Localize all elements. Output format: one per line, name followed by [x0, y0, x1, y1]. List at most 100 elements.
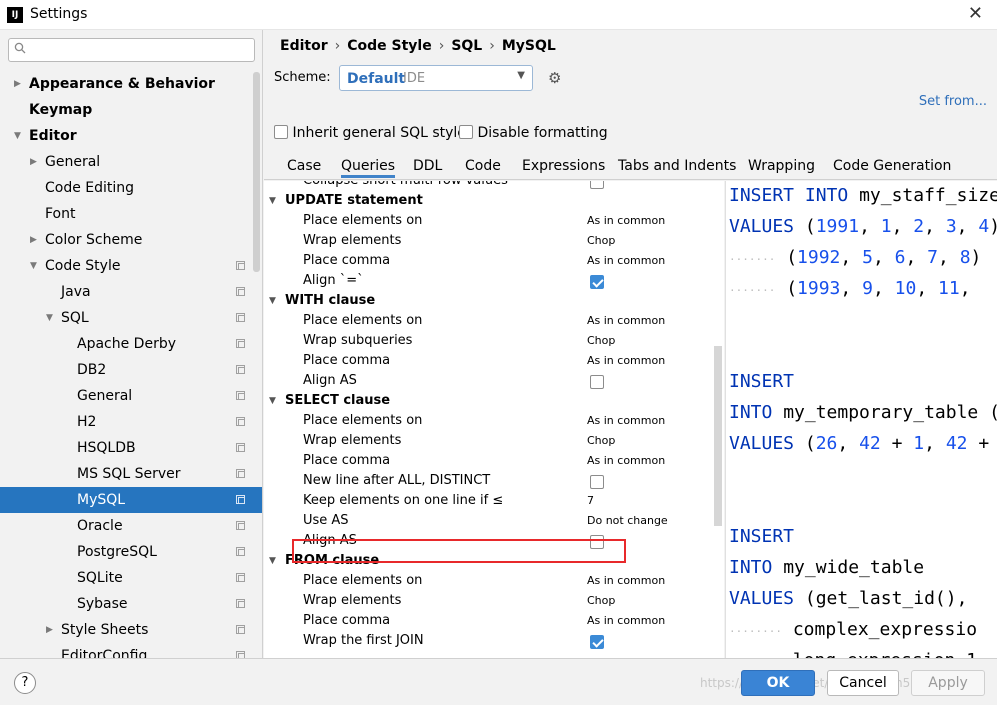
option-checkbox[interactable] — [590, 475, 604, 489]
tab-code-generation[interactable]: Code Generation — [833, 158, 951, 174]
option-checkbox[interactable] — [590, 635, 604, 649]
sidebar-item[interactable]: Apache Derby — [0, 331, 262, 357]
option-value-dropdown[interactable]: As in common — [587, 611, 665, 631]
option-row: Wrap the first JOIN — [264, 631, 716, 651]
option-value-dropdown[interactable]: As in common — [587, 311, 665, 331]
collapsed-arrow-icon[interactable]: ▶ — [30, 149, 37, 175]
expanded-arrow-icon[interactable]: ▼ — [14, 123, 21, 149]
sidebar-item[interactable]: H2 — [0, 409, 262, 435]
option-label: Use AS — [303, 513, 349, 528]
breadcrumb-item: MySQL — [501, 38, 556, 54]
expanded-arrow-icon[interactable]: ▼ — [269, 551, 276, 571]
sidebar-scrollbar[interactable] — [253, 72, 260, 272]
option-checkbox[interactable] — [590, 375, 604, 389]
sidebar-item[interactable]: MySQL — [0, 487, 262, 513]
cancel-button[interactable]: Cancel — [827, 670, 899, 696]
tab-wrapping[interactable]: Wrapping — [748, 158, 815, 174]
option-value-dropdown[interactable]: As in common — [587, 571, 665, 591]
option-label: Place comma — [303, 253, 391, 268]
sidebar-item[interactable]: Sybase — [0, 591, 262, 617]
option-value-dropdown[interactable]: 7 — [587, 491, 594, 511]
sql-number: 1 — [880, 216, 892, 237]
sidebar-item[interactable]: ▶ Color Scheme — [0, 227, 262, 253]
option-label: SELECT clause — [285, 393, 391, 408]
sidebar-item[interactable]: ▼ Editor — [0, 123, 262, 149]
sidebar-item[interactable]: ▼ SQL — [0, 305, 262, 331]
sidebar-item[interactable]: MS SQL Server — [0, 461, 262, 487]
sidebar-item[interactable]: General — [0, 383, 262, 409]
tab-queries[interactable]: Queries — [341, 158, 396, 178]
options-group-header[interactable]: ▼ UPDATE statement — [264, 191, 716, 211]
sidebar-item[interactable]: Keymap — [0, 97, 262, 123]
tab-case[interactable]: Case — [287, 158, 321, 174]
checkbox[interactable] — [459, 125, 473, 139]
option-value-dropdown[interactable]: Chop — [587, 231, 615, 251]
option-value-dropdown[interactable]: As in common — [587, 211, 665, 231]
expanded-arrow-icon[interactable]: ▼ — [269, 291, 276, 311]
copy-scheme-icon — [236, 521, 245, 530]
checkbox[interactable] — [274, 125, 288, 139]
sidebar-item[interactable]: ▼ Code Style — [0, 253, 262, 279]
option-checkbox[interactable] — [590, 275, 604, 289]
breadcrumb-item[interactable]: SQL — [451, 38, 482, 54]
sidebar-item[interactable]: ▶ Appearance & Behavior — [0, 71, 262, 97]
breadcrumb-item[interactable]: Code Style — [347, 38, 431, 54]
option-value-dropdown[interactable]: As in common — [587, 411, 665, 431]
option-label: Place elements on — [303, 573, 423, 588]
option-label: Wrap subqueries — [303, 333, 413, 348]
sidebar-item[interactable]: ▶ Style Sheets — [0, 617, 262, 643]
tab-expressions[interactable]: Expressions — [522, 158, 605, 174]
sql-number: 8 — [959, 247, 971, 268]
sidebar-item[interactable]: Oracle — [0, 513, 262, 539]
option-value-dropdown[interactable]: As in common — [587, 251, 665, 271]
code-line: INSERT INTO my_staff_size — [729, 185, 997, 206]
expanded-arrow-icon[interactable]: ▼ — [46, 305, 53, 331]
sidebar-item[interactable]: ▶ General — [0, 149, 262, 175]
option-value-dropdown[interactable]: As in common — [587, 451, 665, 471]
option-value-dropdown[interactable]: Do not change — [587, 511, 668, 531]
sidebar-item[interactable]: SQLite — [0, 565, 262, 591]
scheme-dropdown[interactable]: Default IDE ▼ — [339, 65, 533, 91]
option-value-dropdown[interactable]: Chop — [587, 431, 615, 451]
sql-number: 5 — [862, 247, 873, 268]
copy-scheme-icon — [236, 495, 245, 504]
expanded-arrow-icon[interactable]: ▼ — [30, 253, 37, 279]
expanded-arrow-icon[interactable]: ▼ — [269, 391, 276, 411]
disable-label: Disable formatting — [477, 125, 608, 141]
inherit-general-sql-style-checkbox[interactable]: Inherit general SQL style — [274, 125, 466, 141]
collapsed-arrow-icon[interactable]: ▶ — [46, 617, 53, 643]
collapsed-arrow-icon[interactable]: ▶ — [30, 227, 37, 253]
disable-formatting-checkbox[interactable]: Disable formatting — [459, 125, 608, 141]
sidebar-item[interactable]: Code Editing — [0, 175, 262, 201]
set-from-link[interactable]: Set from... — [919, 94, 987, 109]
sidebar-item[interactable]: HSQLDB — [0, 435, 262, 461]
option-label: Place elements on — [303, 213, 423, 228]
expanded-arrow-icon[interactable]: ▼ — [269, 191, 276, 211]
sidebar-item[interactable]: Java — [0, 279, 262, 305]
sidebar-item[interactable]: Font — [0, 201, 262, 227]
sidebar-item[interactable]: PostgreSQL — [0, 539, 262, 565]
apply-button[interactable]: Apply — [911, 670, 985, 696]
help-button[interactable]: ? — [14, 672, 36, 694]
option-checkbox[interactable] — [590, 181, 604, 189]
options-group-header[interactable]: ▼ WITH clause — [264, 291, 716, 311]
sidebar-item[interactable]: DB2 — [0, 357, 262, 383]
option-value-dropdown[interactable]: Chop — [587, 331, 615, 351]
option-row: Wrap elements Chop — [264, 431, 716, 451]
tab-ddl[interactable]: DDL — [413, 158, 442, 174]
tab-code[interactable]: Code — [465, 158, 501, 174]
close-icon[interactable]: ✕ — [968, 3, 983, 24]
option-row: Use AS Do not change — [264, 511, 716, 531]
options-group-header[interactable]: ▼ SELECT clause — [264, 391, 716, 411]
search-input[interactable] — [8, 38, 255, 62]
copy-scheme-icon — [236, 573, 245, 582]
ok-button[interactable]: OK — [741, 670, 815, 696]
collapsed-arrow-icon[interactable]: ▶ — [14, 71, 21, 97]
option-value-dropdown[interactable]: As in common — [587, 351, 665, 371]
gear-icon[interactable]: ⚙ — [548, 69, 561, 87]
sidebar-item[interactable]: EditorConfig — [0, 643, 262, 658]
tab-tabs-and-indents[interactable]: Tabs and Indents — [618, 158, 736, 174]
option-value-dropdown[interactable]: Chop — [587, 591, 615, 611]
copy-scheme-icon — [236, 443, 245, 452]
breadcrumb-item[interactable]: Editor — [280, 38, 328, 54]
